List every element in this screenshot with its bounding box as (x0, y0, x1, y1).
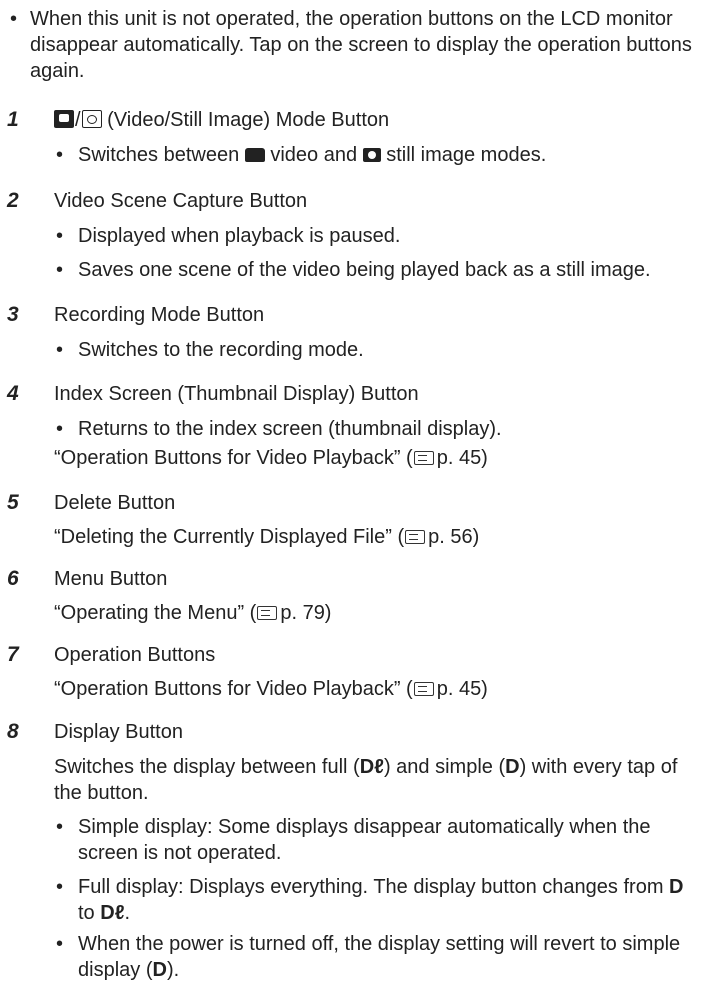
simple-display-icon: D (505, 756, 520, 778)
item-description-cont: the button. (54, 782, 149, 804)
item-title: Delete Button (54, 492, 176, 514)
list-item: • When the power is turned off, the displ… (56, 933, 681, 955)
video-icon (244, 148, 265, 162)
item-number: 4 (7, 382, 19, 405)
item-title: Video Scene Capture Button (54, 190, 308, 212)
cross-reference[interactable]: “Operation Buttons for Video Playback” (… (54, 676, 716, 702)
item-number: 7 (7, 643, 19, 666)
cross-reference[interactable]: “Deleting the Currently Displayed File” … (54, 524, 716, 550)
list-item: • Returns to the index screen (thumbnail … (56, 418, 502, 440)
reference-icon (405, 530, 426, 544)
item-title: Display Button (54, 721, 183, 743)
item-number: 8 (7, 720, 19, 743)
item-title: / (Video/Still Image) Mode Button (54, 107, 389, 133)
list-item: • Saves one scene of the video being play… (56, 259, 651, 281)
list-item: • Displayed when playback is paused. (56, 225, 401, 247)
video-mode-icon (54, 110, 74, 128)
item-number: 3 (7, 303, 19, 326)
list-item: • Switches between video and still image… (56, 144, 547, 166)
camera-icon (362, 148, 381, 162)
reference-icon (413, 682, 434, 696)
item-number: 6 (7, 567, 19, 590)
list-item: • Switches to the recording mode. (56, 339, 364, 361)
cross-reference[interactable]: “Operation Buttons for Video Playback” (… (54, 445, 716, 471)
item-number: 2 (7, 189, 19, 212)
list-item-cont: screen is not operated. (78, 842, 282, 864)
still-mode-icon (81, 110, 102, 128)
item-title: Recording Mode Button (54, 304, 265, 326)
list-item: • Full display: Displays everything. The … (56, 876, 684, 898)
reference-icon (413, 451, 434, 465)
intro-text: When this unit is not operated, the oper… (30, 8, 692, 82)
item-number: 5 (7, 491, 19, 514)
full-display-icon: Dℓ (359, 756, 384, 778)
list-item: • Simple display: Some displays disappear… (56, 816, 651, 838)
list-item-cont: to Dℓ. (78, 902, 131, 924)
item-title: Operation Buttons (54, 644, 216, 666)
simple-display-icon: D (669, 876, 684, 898)
item-title: Index Screen (Thumbnail Display) Button (54, 383, 419, 405)
full-display-icon: Dℓ (100, 902, 125, 924)
item-number: 1 (7, 108, 19, 131)
cross-reference[interactable]: “Operating the Menu” (p. 79) (54, 600, 716, 626)
item-title: Menu Button (54, 568, 168, 590)
list-item-cont: display (D). (78, 959, 180, 981)
bullet-dot: • (10, 8, 18, 30)
item-description: Switches the display between full (Dℓ) a… (54, 756, 678, 778)
intro-note: • When this unit is not operated, the op… (8, 6, 708, 84)
manual-page: • When this unit is not operated, the op… (0, 0, 724, 981)
reference-icon (257, 606, 278, 620)
simple-display-icon: D (152, 959, 167, 981)
